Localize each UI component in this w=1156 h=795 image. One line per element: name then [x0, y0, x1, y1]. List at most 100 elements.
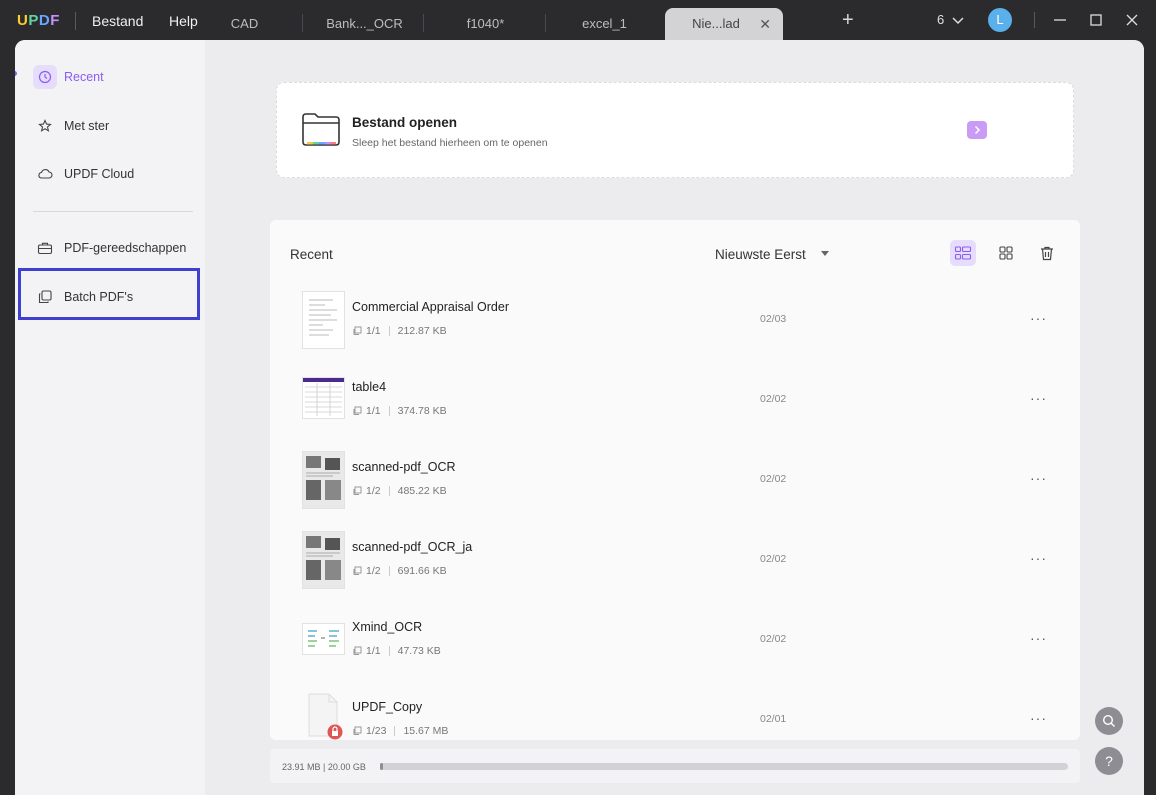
more-options-button[interactable]: ···	[1030, 470, 1047, 486]
pages-icon	[353, 566, 362, 575]
file-name: Commercial Appraisal Order	[352, 300, 509, 314]
caret-down-icon[interactable]	[821, 251, 829, 257]
tab-count-dropdown[interactable]: 6	[937, 12, 964, 27]
delete-button[interactable]	[1034, 240, 1060, 266]
file-thumbnail	[303, 378, 344, 418]
file-size: 47.73 KB	[397, 645, 441, 657]
search-icon	[1102, 714, 1115, 727]
pages-icon	[353, 726, 362, 735]
list-view-icon	[954, 246, 972, 260]
file-row[interactable]: Commercial Appraisal Order 1/1 212.87 KB…	[270, 280, 1080, 360]
sidebar-item-label: Recent	[64, 70, 104, 84]
sidebar: Recent Met ster UPDF Cloud PDF-gereedsch…	[15, 40, 205, 795]
grid-view-icon	[999, 246, 1013, 260]
file-row[interactable]: scanned-pdf_OCR 1/2 485.22 KB 02/02 ···	[270, 440, 1080, 520]
open-file-dropzone[interactable]: Bestand openen Sleep het bestand hierhee…	[276, 82, 1074, 178]
file-thumbnail	[307, 692, 343, 740]
storage-usage-text: 23.91 MB | 20.00 GB	[282, 762, 366, 772]
open-file-subtitle: Sleep het bestand hierheen om te openen	[352, 137, 548, 149]
file-row[interactable]: scanned-pdf_OCR_ja 1/2 691.66 KB 02/02 ·…	[270, 520, 1080, 600]
grid-view-button[interactable]	[993, 240, 1019, 266]
file-pages: 1/2	[366, 565, 381, 577]
sort-dropdown[interactable]: Nieuwste Eerst	[715, 247, 806, 262]
title-bar: UPDF Bestand Help CAD Bank..._OCR f1040*…	[0, 0, 1156, 40]
user-avatar[interactable]: L	[988, 8, 1012, 32]
more-options-button[interactable]: ···	[1030, 310, 1047, 326]
add-tab-button[interactable]: +	[842, 9, 854, 32]
maximize-icon[interactable]	[1087, 11, 1105, 29]
tab-label: Nie...lad	[692, 16, 740, 31]
file-pages: 1/1	[366, 405, 381, 417]
file-size: 15.67 MB	[403, 725, 449, 737]
file-meta: 1/2 691.66 KB	[352, 565, 447, 577]
sidebar-item-starred[interactable]: Met ster	[33, 112, 109, 140]
file-pages: 1/1	[366, 645, 381, 657]
menu-bestand[interactable]: Bestand	[92, 13, 143, 29]
clock-icon	[33, 65, 57, 89]
file-thumbnail	[303, 452, 344, 508]
pages-icon	[353, 406, 362, 415]
file-size: 374.78 KB	[397, 405, 447, 417]
file-meta: 1/1 47.73 KB	[352, 645, 441, 657]
list-view-button[interactable]	[950, 240, 976, 266]
file-size: 212.87 KB	[397, 325, 447, 337]
minimize-icon[interactable]	[1051, 11, 1069, 29]
more-options-button[interactable]: ···	[1030, 630, 1047, 646]
highlight-box	[18, 268, 200, 320]
tab-cad[interactable]: CAD	[202, 8, 287, 40]
file-name: Xmind_OCR	[352, 620, 423, 634]
help-button[interactable]: ?	[1095, 747, 1123, 775]
sidebar-item-pdf-tools[interactable]: PDF-gereedschappen	[33, 234, 186, 262]
file-row[interactable]: table4 1/1 374.78 KB 02/02 ···	[270, 360, 1080, 440]
tab-f1040[interactable]: f1040*	[433, 8, 538, 40]
recent-title: Recent	[290, 247, 333, 262]
file-date: 02/02	[760, 473, 787, 485]
file-meta: 1/2 485.22 KB	[352, 485, 447, 497]
file-name: scanned-pdf_OCR_ja	[352, 540, 473, 554]
app-window: Recent Met ster UPDF Cloud PDF-gereedsch…	[15, 40, 1144, 795]
tab-close-icon[interactable]: ✕	[759, 8, 771, 40]
search-button[interactable]	[1095, 707, 1123, 735]
pages-icon	[353, 646, 362, 655]
chevron-right-icon	[974, 125, 981, 135]
recent-files-panel: Recent Nieuwste Eerst Commercial Apprais…	[270, 220, 1080, 740]
tab-nieuw-active[interactable]: Nie...lad ✕	[665, 8, 783, 40]
pages-icon	[353, 486, 362, 495]
file-date: 02/02	[760, 393, 787, 405]
cloud-icon	[33, 162, 57, 186]
main-area: Bestand openen Sleep het bestand hierhee…	[205, 40, 1144, 795]
file-pages: 1/1	[366, 325, 381, 337]
file-pages: 1/23	[366, 725, 387, 737]
tab-separator	[423, 14, 424, 32]
file-size: 691.66 KB	[397, 565, 447, 577]
more-options-button[interactable]: ···	[1030, 710, 1047, 726]
pages-icon	[353, 326, 362, 335]
file-thumbnail	[303, 532, 344, 588]
file-row[interactable]: Xmind_OCR 1/1 47.73 KB 02/02 ···	[270, 600, 1080, 680]
tab-bank-ocr[interactable]: Bank..._OCR	[312, 8, 417, 40]
trash-icon	[1041, 246, 1053, 261]
sidebar-item-cloud[interactable]: UPDF Cloud	[33, 160, 134, 188]
menu-help[interactable]: Help	[169, 13, 198, 29]
more-options-button[interactable]: ···	[1030, 390, 1047, 406]
sidebar-item-label: PDF-gereedschappen	[64, 241, 187, 255]
file-meta: 1/1 212.87 KB	[352, 325, 447, 337]
more-options-button[interactable]: ···	[1030, 550, 1047, 566]
close-window-icon[interactable]	[1123, 11, 1141, 29]
tab-excel-1[interactable]: excel_1	[552, 8, 657, 40]
sidebar-item-label: UPDF Cloud	[64, 167, 135, 181]
toolbox-icon	[33, 236, 57, 260]
sidebar-item-recent[interactable]: Recent	[33, 63, 104, 91]
file-name: UPDF_Copy	[352, 700, 423, 714]
tab-count: 6	[937, 12, 945, 27]
tab-separator	[545, 14, 546, 32]
storage-usage-bar	[380, 763, 1068, 770]
tab-separator	[302, 14, 303, 32]
open-file-arrow-button[interactable]	[967, 121, 987, 139]
updf-logo[interactable]: UPDF	[17, 12, 60, 29]
file-thumbnail	[303, 624, 344, 654]
file-name: table4	[352, 380, 387, 394]
active-indicator	[15, 71, 17, 76]
file-row[interactable]: UPDF_Copy 1/23 15.67 MB 02/01 ···	[270, 680, 1080, 740]
file-date: 02/02	[760, 553, 787, 565]
